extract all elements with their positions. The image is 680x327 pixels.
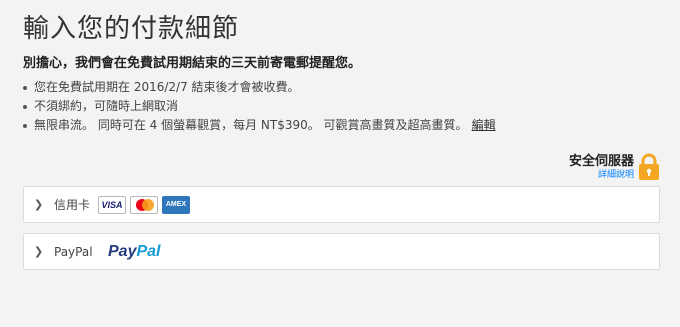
plan-details-list: 您在免費試用期在 2016/2/7 結束後才會被收費。 不須綁約，可隨時上網取消… — [22, 78, 496, 135]
secure-server-title: 安全伺服器 — [568, 154, 634, 169]
list-item: 不須綁約，可隨時上網取消 — [22, 97, 496, 116]
visa-text: VISA — [101, 199, 123, 210]
page-title: 輸入您的付款細節 — [23, 14, 240, 44]
list-item: 無限串流。 同時可在 4 個螢幕觀賞，每月 NT$390。 可觀賞高畫質及超高畫… — [22, 116, 496, 135]
mastercard-logo — [130, 195, 158, 214]
chevron-right-icon: ❯ — [34, 198, 44, 211]
plan-text: 無限串流。 同時可在 4 個螢幕觀賞，每月 NT$390。 可觀賞高畫質及超高畫… — [34, 118, 468, 132]
visa-logo: VISA — [98, 195, 126, 214]
billing-date-text: 您在免費試用期在 2016/2/7 結束後才會被收費。 — [34, 80, 300, 94]
secure-server-badge: 安全伺服器 詳細說明 — [569, 153, 660, 181]
amex-logo: AMEX — [162, 195, 190, 214]
credit-card-label: 信用卡 — [54, 198, 91, 212]
no-contract-text: 不須綁約，可隨時上網取消 — [34, 99, 179, 113]
credit-card-option[interactable]: ❯ 信用卡 VISA AMEX — [23, 186, 660, 223]
paypal-option[interactable]: ❯ PayPal PayPal — [23, 233, 660, 270]
lock-icon — [639, 153, 659, 180]
chevron-right-icon: ❯ — [34, 245, 44, 258]
edit-plan-link[interactable]: 編輯 — [472, 118, 496, 132]
secure-details-link[interactable]: 詳細說明 — [569, 170, 634, 181]
amex-text: AMEX — [165, 201, 187, 208]
paypal-logo: PayPal — [108, 242, 161, 260]
reminder-subtitle: 別擔心，我們會在免費試用期結束的三天前寄電郵提醒您。 — [23, 56, 362, 71]
list-item: 您在免費試用期在 2016/2/7 結束後才會被收費。 — [22, 78, 496, 97]
paypal-label: PayPal — [54, 244, 93, 259]
